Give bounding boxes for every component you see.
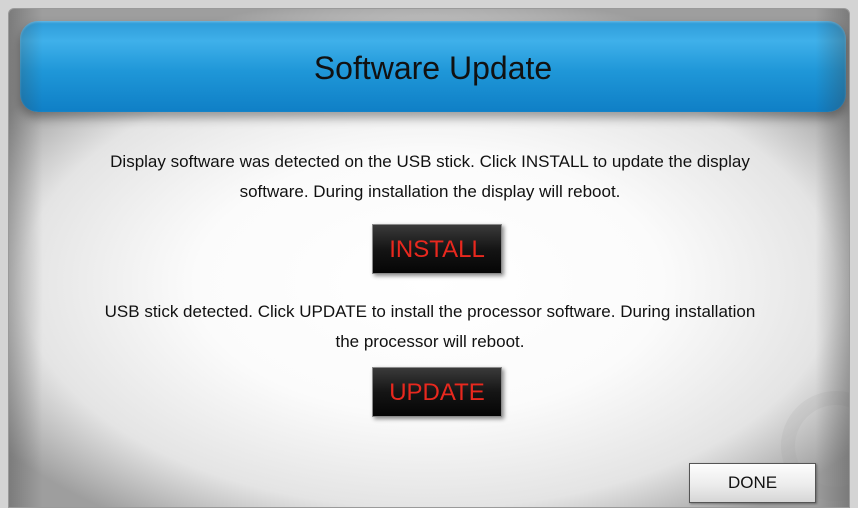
update-button[interactable]: UPDATE (372, 367, 502, 417)
dialog-title: Software Update (313, 50, 553, 86)
usb-message-line2: the processor will reboot. (335, 332, 525, 351)
display-software-message: Display software was detected on the USB… (19, 147, 841, 207)
display-message-line2: software. During installation the displa… (239, 182, 621, 201)
usb-message-line1: USB stick detected. Click UPDATE to inst… (104, 302, 756, 321)
title-bar: Software Update (20, 21, 846, 112)
software-update-dialog: Software Update Display software was det… (8, 8, 850, 508)
done-button[interactable]: DONE (689, 463, 816, 503)
install-button[interactable]: INSTALL (372, 224, 502, 274)
display-message-line1: Display software was detected on the USB… (110, 152, 750, 171)
usb-stick-message: USB stick detected. Click UPDATE to inst… (19, 297, 841, 357)
